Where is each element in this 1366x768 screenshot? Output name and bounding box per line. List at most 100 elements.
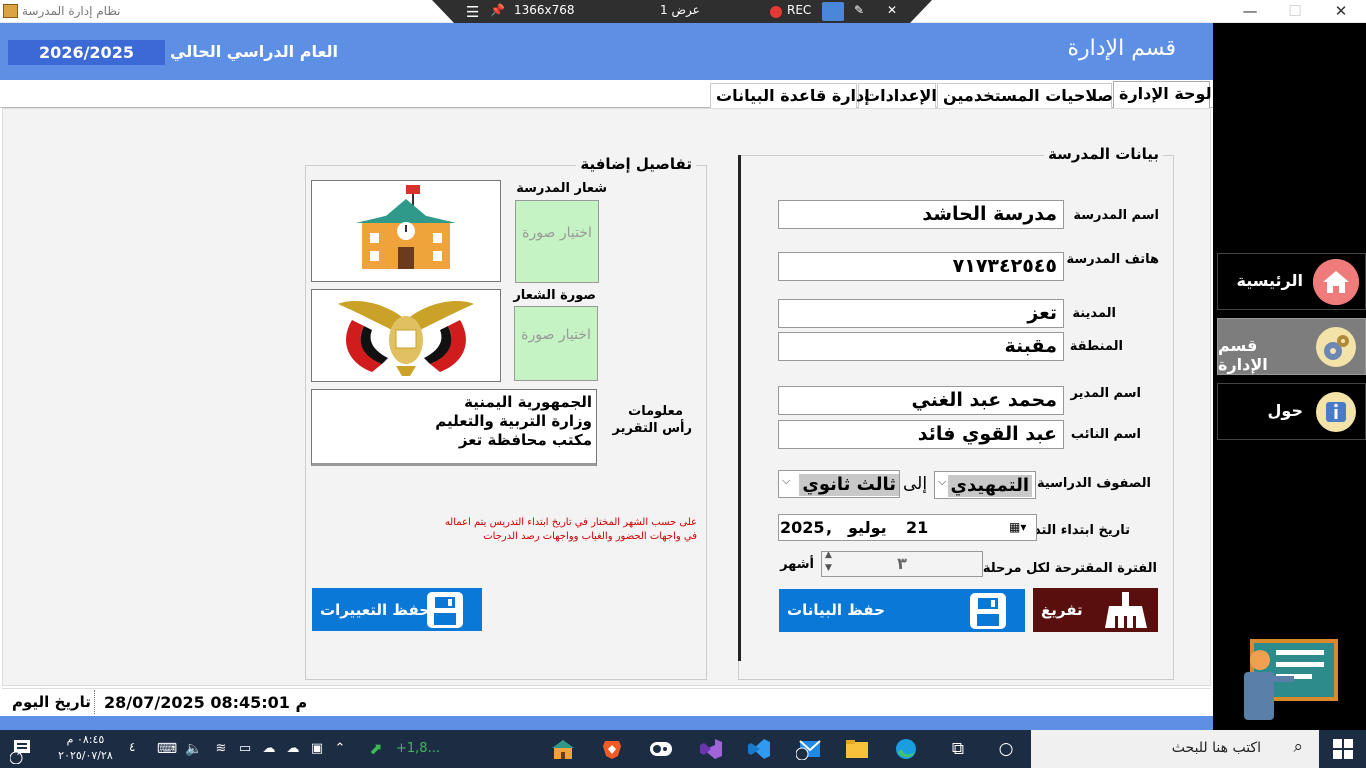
notification-badge: ٨ xyxy=(17,748,22,758)
file-explorer-icon[interactable] xyxy=(845,738,869,760)
bottom-accent-bar xyxy=(0,716,1213,730)
save-changes-button[interactable]: حفظ التعييرات xyxy=(312,588,482,631)
report-line: الجمهورية اليمنية xyxy=(464,393,592,411)
manager-field[interactable]: محمد عبد الغني xyxy=(778,386,1064,415)
report-line: وزارة التربية والتعليم xyxy=(435,412,592,430)
language-indicator[interactable]: ٤ xyxy=(129,740,135,754)
stepper-arrows-icon[interactable]: ▲ ▼ xyxy=(825,552,832,575)
clear-button[interactable]: تفريغ xyxy=(1033,588,1158,632)
today-label: تاريخ اليوم xyxy=(12,693,91,711)
grade-from-select[interactable]: ⌵ التمهيدي xyxy=(934,471,1036,499)
info-icon xyxy=(1313,389,1359,435)
region-field[interactable]: مقبنة xyxy=(778,332,1064,361)
start-date-note: على حسب الشهر المختار في تاريخ ابتداء ال… xyxy=(444,517,697,542)
search-placeholder: اكتب هنا للبحث xyxy=(1171,740,1261,756)
tab-database-management[interactable]: إدارة قاعدة البيانات xyxy=(710,83,870,108)
sidebar-item-home[interactable]: الرئيسية xyxy=(1217,253,1366,310)
brave-browser-icon[interactable] xyxy=(600,738,624,760)
wifi-icon[interactable]: ≋ xyxy=(209,738,233,760)
period-value: ٣ xyxy=(897,554,907,573)
visual-studio-icon[interactable] xyxy=(699,738,723,760)
keyboard-icon[interactable]: ⌨ xyxy=(155,738,179,760)
start-year: 2025 xyxy=(780,518,825,537)
save-button-label: حفظ البيانات xyxy=(787,601,885,619)
status-bar: تاريخ اليوم 28/07/2025 08:45:01 م xyxy=(2,688,1211,716)
school-phone-label: هاتف المدرسة xyxy=(1066,252,1160,267)
school-name-field[interactable]: مدرسة الحاشد xyxy=(778,200,1064,229)
school-name-label: اسم المدرسة xyxy=(1073,208,1159,223)
period-label: الفترة المقترحة لكل مرحلة xyxy=(982,561,1157,576)
recorder-close-icon[interactable]: ✕ xyxy=(887,3,897,17)
start-date-picker[interactable]: ▦▾ 21 يوليو 2025 , xyxy=(778,514,1037,541)
sidebar-item-about[interactable]: حول xyxy=(1217,383,1366,440)
tab-user-permissions[interactable]: صلاحيات المستخدمين xyxy=(937,83,1113,108)
grade-to-value: ثالث ثانوي xyxy=(799,474,899,496)
onedrive-icon[interactable]: ☁ xyxy=(281,738,305,760)
task-view-icon[interactable]: ⧉ xyxy=(946,738,970,760)
gears-icon xyxy=(1313,324,1359,370)
minimize-button[interactable]: — xyxy=(1235,2,1265,20)
report-info-label-2: رأس التقرير xyxy=(612,421,692,436)
deputy-field[interactable]: عبد القوي فائد xyxy=(778,420,1064,449)
grade-from-value: التمهيدي xyxy=(947,475,1032,497)
period-unit: أشهر xyxy=(780,557,814,572)
date-separator: , xyxy=(826,518,833,537)
pin-icon[interactable]: 📌 xyxy=(490,3,505,17)
chevron-down-icon: ⌵ xyxy=(938,475,947,488)
stocks-icon[interactable]: ⬈ xyxy=(364,738,388,760)
school-phone-field[interactable]: ٧١٧٣٤٢٥٤٥ xyxy=(778,252,1064,281)
school-app-taskbar-icon[interactable] xyxy=(551,738,575,760)
edge-browser-icon[interactable] xyxy=(894,738,918,760)
city-field[interactable]: تعز xyxy=(778,299,1064,328)
school-logo-image xyxy=(311,180,501,282)
taskbar-date[interactable]: ٢٠٢٥/٠٧/٢٨ xyxy=(58,749,113,762)
taskbar-time[interactable]: ٠٨:٤٥ م xyxy=(58,733,113,746)
sidebar-item-admin[interactable]: قسم الإدارة xyxy=(1217,318,1366,375)
start-day: 21 xyxy=(906,518,929,537)
cortana-icon[interactable]: ○ xyxy=(994,738,1018,760)
report-header-textarea[interactable]: الجمهورية اليمنية وزارة التربية والتعليم… xyxy=(311,389,597,466)
teacher-illustration xyxy=(1238,638,1342,724)
app-icon-toggle[interactable] xyxy=(649,738,673,760)
city-label: المدينة xyxy=(1072,306,1116,321)
manager-label: اسم المدير xyxy=(1070,386,1142,401)
app-icon xyxy=(3,4,18,18)
region-label: المنطقة xyxy=(1069,339,1123,354)
menu-icon[interactable]: ☰ xyxy=(466,3,479,21)
grade-to-select[interactable]: ⌵ ثالث ثانوي xyxy=(778,470,900,498)
taskbar-search[interactable]: اكتب هنا للبحث ⌕ xyxy=(1031,730,1319,768)
vscode-icon[interactable] xyxy=(747,738,771,760)
recorder-toolbar: ☰ 📌 1366x768 عرض 1 REC ✎ ✕ xyxy=(432,0,932,23)
floppy-icon xyxy=(424,591,466,633)
close-button[interactable]: ✕ xyxy=(1326,2,1356,20)
battery-icon[interactable]: ▭ xyxy=(233,738,257,760)
tab-admin-dashboard[interactable]: لوحة الإدارة xyxy=(1113,81,1212,108)
chevron-down-icon: ⌵ xyxy=(782,474,791,487)
camera-icon[interactable] xyxy=(822,2,844,21)
emblem-label: صورة الشعار xyxy=(513,288,596,303)
show-hidden-icon[interactable]: ⌃ xyxy=(328,738,352,760)
pick-emblem-button[interactable]: اختيار صورة xyxy=(514,306,598,381)
report-line: مكتب محافظة تعز xyxy=(458,431,592,449)
save-school-data-button[interactable]: حفظ البيانات xyxy=(779,589,1025,632)
period-stepper[interactable]: ٣ ▲ ▼ xyxy=(821,551,983,577)
volume-icon[interactable]: 🔈 xyxy=(182,738,206,760)
stocks-value[interactable]: +1,8... xyxy=(396,741,440,756)
save-changes-label: حفظ التعييرات xyxy=(320,601,431,619)
recorder-view[interactable]: عرض 1 xyxy=(660,3,700,17)
pick-logo-button[interactable]: اختيار صورة xyxy=(515,200,599,283)
maximize-button[interactable]: ☐ xyxy=(1280,2,1310,20)
school-data-title: بيانات المدرسة xyxy=(1044,145,1163,163)
floppy-icon xyxy=(967,592,1009,634)
report-info-label-1: معلومات xyxy=(628,404,683,419)
pen-icon[interactable]: ✎ xyxy=(854,3,864,17)
current-year-label: العام الدراسي الحالي xyxy=(170,42,338,61)
mail-icon[interactable] xyxy=(795,738,821,761)
recorder-rec[interactable]: REC xyxy=(787,3,811,17)
cloud-off-icon[interactable]: ☁ xyxy=(257,738,281,760)
windows-start-icon[interactable] xyxy=(1333,739,1353,763)
device-icon[interactable]: ▣ xyxy=(305,738,329,760)
school-logo-label: شعار المدرسة xyxy=(516,181,607,196)
recorder-resolution: 1366x768 xyxy=(514,3,575,17)
status-divider xyxy=(94,690,95,714)
